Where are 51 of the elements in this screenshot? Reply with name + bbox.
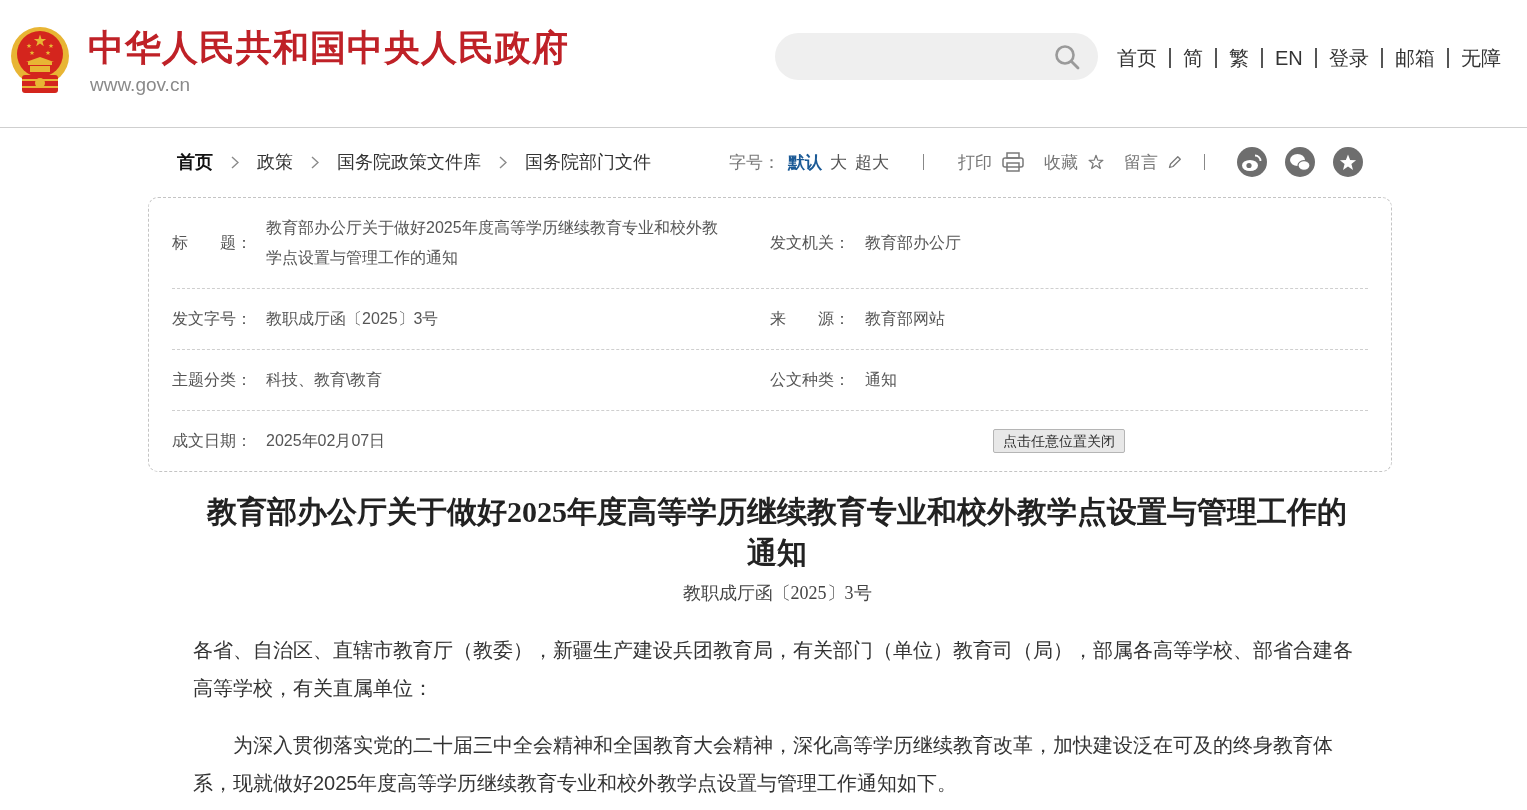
field-label: 主题分类： [172,370,253,390]
field-value: 教育部办公厅 [865,233,961,253]
star-disc-icon[interactable] [1333,147,1363,177]
site-url[interactable]: www.gov.cn [90,74,190,96]
chevron-icon [231,155,239,169]
field-label: 发文字号： [172,309,253,329]
pencil-icon[interactable] [1168,155,1182,169]
nav-link[interactable]: 简 [1183,46,1203,70]
nav-link[interactable]: 邮箱 [1394,46,1435,70]
site-title[interactable]: 中华人民共和国中央人民政府 [88,28,569,68]
eye-disc-icon[interactable] [1237,147,1267,177]
printer-icon[interactable] [1002,152,1024,172]
print-button[interactable]: 打印 [958,150,1024,174]
comment-button[interactable]: 留言 [1124,150,1182,174]
nav-link[interactable]: 登录 [1328,46,1369,70]
chevron-icon [499,155,507,169]
article-title: 教育部办公厅关于做好2025年度高等学历继续教育专业和校外教学点设置与管理工作的通知 [205,494,1348,571]
field-label: 成文日期： [172,431,253,451]
nav-link[interactable]: EN [1275,46,1303,70]
breadcrumb-link[interactable]: 国务院政策文件库 [337,150,481,174]
search-icon[interactable] [1054,43,1080,70]
font-size-option[interactable]: 超大 [855,150,889,174]
field-label: 发文机关： [770,233,851,253]
font-size-option[interactable]: 默认 [788,150,822,174]
field-label: 来 源： [770,309,851,329]
chevron-icon [311,155,319,169]
font-size-label: 字号： [729,151,780,174]
breadcrumb-link[interactable]: 首页 [177,150,213,174]
nav-link[interactable]: 繁 [1229,46,1249,70]
body-paragraph: 为深入贯彻落实党的二十届三中全会精神和全国教育大会精神，深化高等学历继续教育改革，加快建设泛在可及的终身教育体系，现就做好2025年度高等学历继续教育专业和校外教学点设置与管理工作通知如下。 [193,733,1334,796]
font-size-option[interactable]: 大 [830,150,847,174]
breadcrumb-link[interactable]: 国务院部门文件 [525,150,651,174]
nav-link[interactable]: 首页 [1117,46,1157,70]
field-label: 公文种类： [770,370,851,390]
bookmark-button[interactable]: 收藏 [1044,150,1104,174]
field-value: 教育部办公厅关于做好2025年度高等学历继续教育专业和校外教学点设置与管理工作的通知 [266,218,719,268]
field-value: 教职成厅函〔2025〕3号 [266,309,439,329]
chat-bubbles-icon[interactable] [1285,147,1315,177]
field-label: 标 题： [172,233,253,253]
emblem-icon [8,26,72,96]
document-number: 教职成厅函〔2025〕3号 [681,582,873,605]
nav-link[interactable]: 无障 [1460,46,1501,70]
breadcrumb-link[interactable]: 政策 [257,150,293,174]
salutation-paragraph: 各省、自治区、直辖市教育厅（教委），新疆生产建设兵团教育局，有关部门（单位）教育司（局），部属各高等学校、部省合建各高等学校，有关直属单位： [193,638,1354,701]
search-field[interactable] [775,33,1098,80]
close-button[interactable]: 点击任意位置关闭 [993,429,1125,453]
field-value: 通知 [865,370,897,390]
field-value: 教育部网站 [865,309,945,329]
star-outline-icon[interactable] [1088,154,1104,170]
field-value: 2025年02月07日 [266,431,386,451]
field-value: 科技、教育\教育 [266,370,383,390]
